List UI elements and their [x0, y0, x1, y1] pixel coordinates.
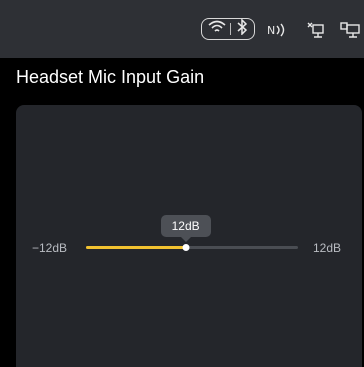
status-bar: N [0, 0, 364, 58]
gain-slider-track[interactable] [86, 246, 298, 249]
gain-value-label: 12dB [171, 219, 200, 233]
wifi-bluetooth-group[interactable] [201, 17, 255, 40]
divider [230, 23, 232, 35]
gain-slider-thumb[interactable] [182, 244, 190, 251]
nfc-icon[interactable]: N [266, 21, 290, 39]
bluetooth-icon [236, 17, 248, 40]
gain-slider-fill [86, 246, 186, 249]
page-title: Headset Mic Input Gain [16, 67, 205, 87]
wifi-icon [208, 20, 226, 39]
slider-min-label: −12dB [32, 241, 68, 255]
network-icon[interactable] [304, 21, 326, 39]
tooltip-arrow [180, 237, 191, 242]
svg-text:N: N [267, 24, 275, 37]
display-icon[interactable] [338, 21, 362, 39]
gain-value-tooltip: 12dB [160, 215, 211, 242]
slider-max-label: 12dB [313, 241, 342, 255]
